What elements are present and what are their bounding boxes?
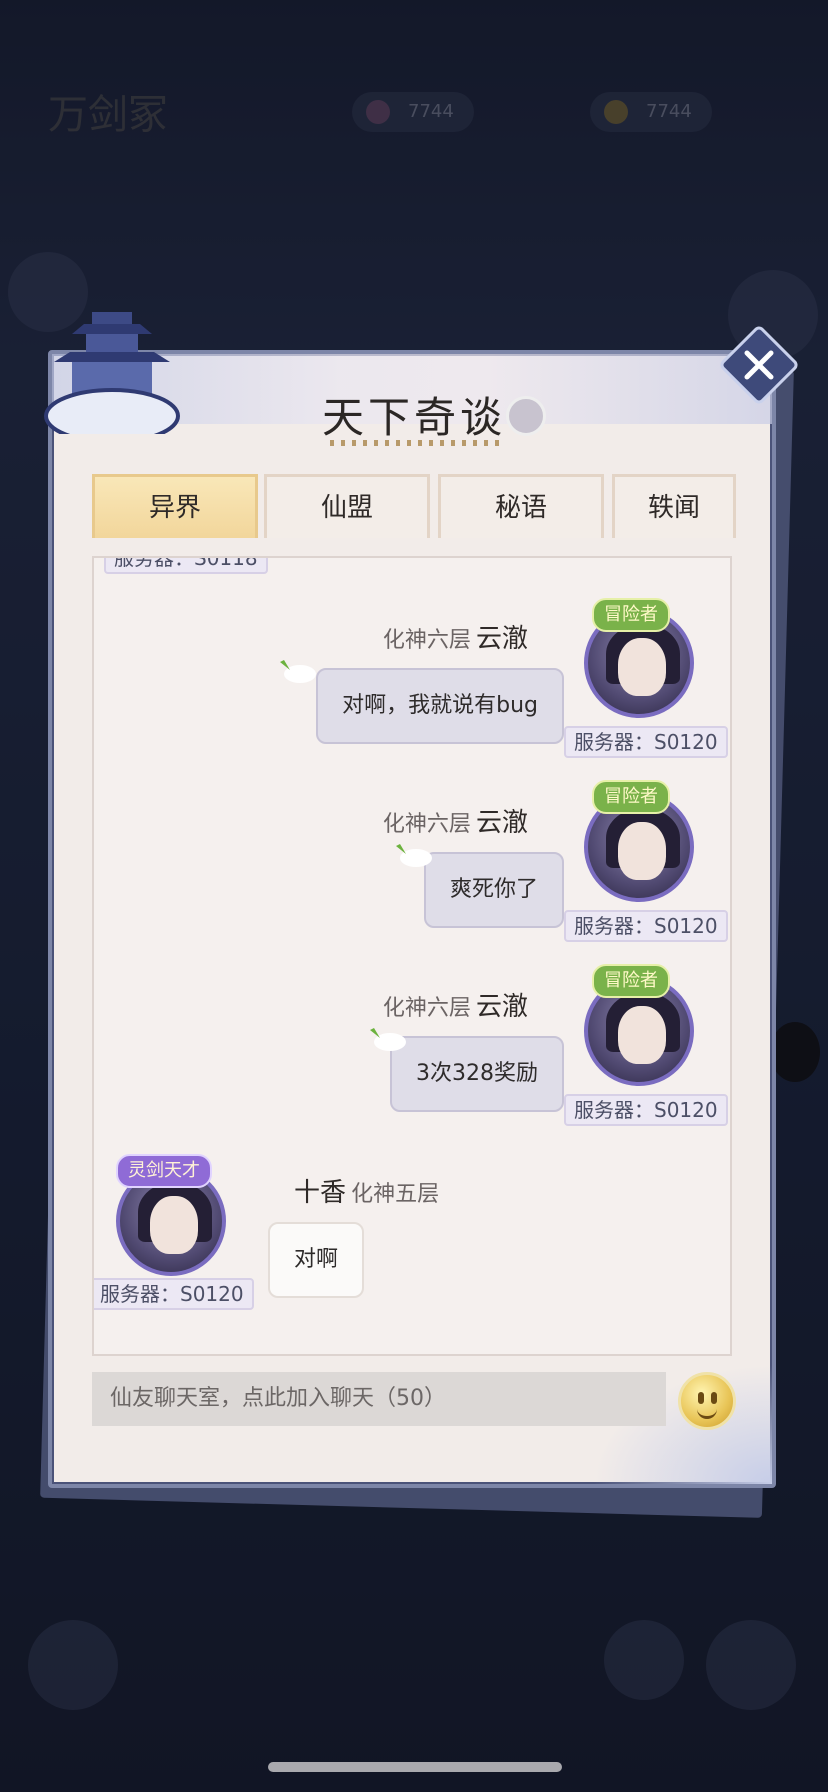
smiley-icon	[698, 1392, 704, 1404]
chat-log[interactable]: 服务器：S0118 化神六层 云澈 对啊，我就说有bug 冒险者 服务器：S01…	[92, 556, 732, 1356]
server-tag: 服务器：S0120	[564, 1094, 728, 1126]
emoji-button[interactable]	[678, 1372, 736, 1430]
title-badge: 灵剑天才	[116, 1154, 212, 1188]
radish-icon	[280, 660, 316, 683]
radish-icon	[396, 844, 432, 867]
message-bubble[interactable]: 对啊	[268, 1222, 365, 1298]
title-badge: 冒险者	[592, 598, 670, 632]
sender-name: 十香 化神五层	[294, 1178, 440, 1208]
server-tag: 服务器：S0118	[104, 558, 268, 574]
server-tag: 服务器：S0120	[94, 1278, 254, 1310]
tab-xianmeng[interactable]: 仙盟	[264, 474, 430, 538]
title-ornament	[330, 440, 500, 446]
message-bubble[interactable]: 3次328奖励	[390, 1036, 564, 1112]
chat-input[interactable]: 仙友聊天室，点此加入聊天（50）	[92, 1372, 666, 1426]
title-badge: 冒险者	[592, 964, 670, 998]
tab-yiwen[interactable]: 轶闻	[612, 474, 736, 538]
message-bubble[interactable]: 爽死你了	[423, 852, 564, 928]
server-tag: 服务器：S0120	[564, 726, 728, 758]
radish-icon	[370, 1028, 406, 1051]
tab-yijie[interactable]: 异界	[92, 474, 258, 538]
title-badge: 冒险者	[592, 780, 670, 814]
tab-miyu[interactable]: 秘语	[438, 474, 604, 538]
settings-gear-icon[interactable]	[506, 396, 546, 436]
sender-name: 化神六层 云澈	[382, 992, 528, 1022]
message-bubble[interactable]: 对啊，我就说有bug	[316, 668, 564, 744]
modal-title: 天下奇谈	[321, 393, 506, 442]
server-tag: 服务器：S0120	[564, 910, 728, 942]
home-indicator[interactable]	[268, 1762, 562, 1772]
sender-name: 化神六层 云澈	[382, 808, 528, 838]
close-icon	[744, 350, 774, 380]
sender-name: 化神六层 云澈	[382, 624, 528, 654]
